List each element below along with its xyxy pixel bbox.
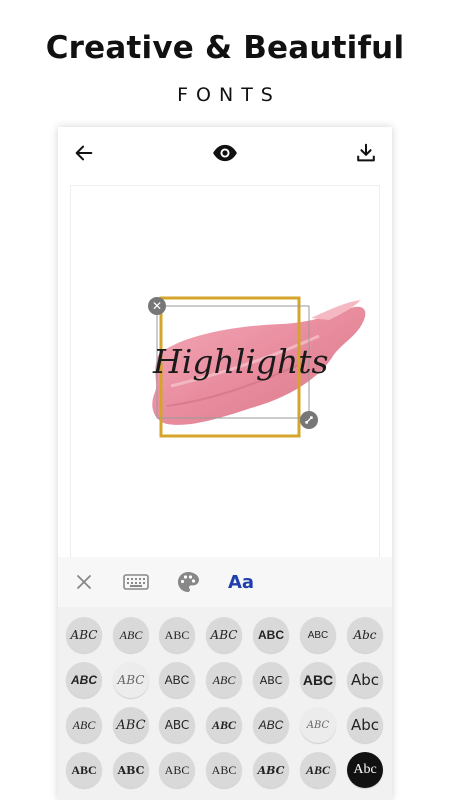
font-option[interactable]: ABC bbox=[253, 662, 289, 698]
resize-icon bbox=[305, 416, 313, 424]
color-tab[interactable] bbox=[174, 567, 202, 597]
keyboard-icon bbox=[123, 574, 149, 590]
close-editor-button[interactable] bbox=[72, 567, 96, 597]
font-option[interactable]: Abc bbox=[347, 662, 383, 698]
font-option[interactable]: ABC bbox=[159, 752, 195, 788]
font-option[interactable]: ABC bbox=[66, 707, 102, 743]
font-option[interactable]: ABC bbox=[206, 752, 242, 788]
sticker-text[interactable]: Highlights bbox=[153, 342, 328, 381]
font-option[interactable]: ABC bbox=[159, 662, 195, 698]
font-picker-grid: ABC ABC ABC ABC ABC ABC Abc ABC ABC ABC … bbox=[58, 607, 392, 800]
font-option[interactable]: ABC bbox=[159, 707, 195, 743]
close-icon bbox=[77, 575, 91, 589]
sticker-resize-handle[interactable] bbox=[300, 411, 318, 429]
font-option[interactable]: ABC bbox=[300, 752, 336, 788]
font-option[interactable]: ABC bbox=[66, 617, 102, 653]
top-toolbar bbox=[58, 127, 392, 181]
font-option[interactable]: ABC bbox=[113, 617, 149, 653]
eye-icon bbox=[213, 144, 237, 162]
font-option[interactable]: ABC bbox=[206, 662, 242, 698]
font-option[interactable]: ABC bbox=[206, 707, 242, 743]
sticker-delete-handle[interactable]: ✕ bbox=[148, 297, 166, 315]
download-icon bbox=[357, 143, 375, 162]
close-icon: ✕ bbox=[151, 299, 163, 313]
keyboard-tab[interactable] bbox=[122, 567, 150, 597]
arrow-left-icon bbox=[75, 145, 93, 161]
font-option[interactable]: ABC bbox=[113, 752, 149, 788]
preview-button[interactable] bbox=[209, 137, 241, 169]
font-option[interactable]: Abc bbox=[347, 752, 383, 788]
font-option[interactable]: ABC bbox=[66, 662, 102, 698]
app-screen: ✕ Highlights Aa ABC ABC ABC ABC ABC ABC … bbox=[58, 127, 392, 800]
font-option[interactable]: ABC bbox=[253, 752, 289, 788]
font-option[interactable]: ABC bbox=[300, 707, 336, 743]
font-option[interactable]: ABC bbox=[206, 617, 242, 653]
font-option[interactable]: ABC bbox=[253, 617, 289, 653]
font-option[interactable]: ABC bbox=[300, 617, 336, 653]
font-option[interactable]: ABC bbox=[253, 707, 289, 743]
font-option[interactable]: Abc bbox=[347, 617, 383, 653]
font-option[interactable]: ABC bbox=[300, 662, 336, 698]
font-tab[interactable]: Aa bbox=[224, 567, 258, 597]
font-option[interactable]: ABC bbox=[66, 752, 102, 788]
design-canvas[interactable]: ✕ Highlights bbox=[70, 185, 380, 563]
promo-headline: Creative & Beautiful bbox=[45, 30, 405, 66]
editor-tabs: Aa bbox=[58, 557, 392, 607]
promo-subheadline: FONTS bbox=[177, 84, 281, 106]
download-button[interactable] bbox=[350, 137, 382, 169]
font-option[interactable]: ABC bbox=[159, 617, 195, 653]
palette-icon bbox=[178, 572, 199, 592]
font-option[interactable]: Abc bbox=[347, 707, 383, 743]
back-button[interactable] bbox=[68, 137, 100, 169]
font-option[interactable]: ABC bbox=[113, 707, 149, 743]
font-option[interactable]: ABC bbox=[113, 662, 149, 698]
